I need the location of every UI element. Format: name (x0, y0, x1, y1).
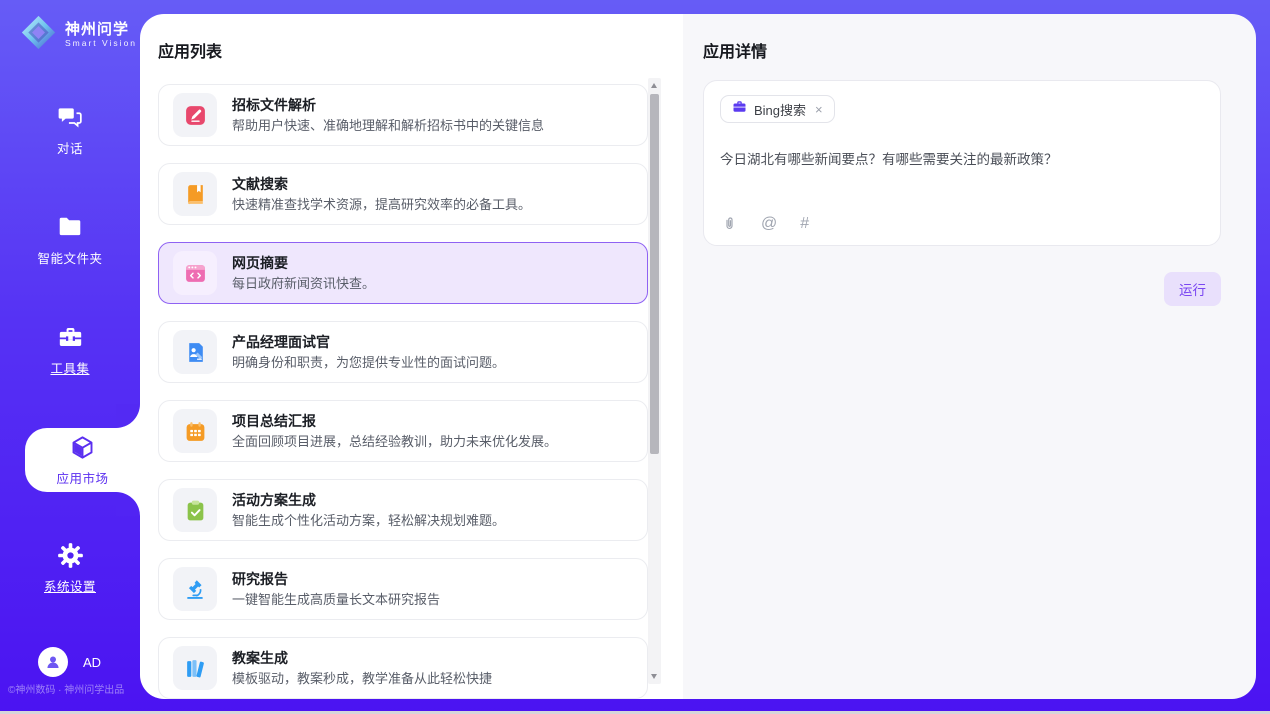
app-card-desc: 全面回顾项目进展，总结经验教训，助力未来优化发展。 (232, 433, 557, 451)
scrollbar-thumb[interactable] (650, 94, 659, 454)
content-panel: 应用列表 招标文件解析 帮助用户快速、准确地理解和解析招标书中的关键信息 文献搜… (140, 14, 1256, 699)
microscope-icon (173, 567, 217, 611)
scrollbar[interactable] (648, 78, 661, 684)
sidebar-item-1[interactable]: 对话 (0, 98, 140, 162)
app-card-title: 活动方案生成 (232, 491, 505, 510)
prompt-text[interactable]: 今日湖北有哪些新闻要点？有哪些需要关注的最新政策？ (720, 150, 1204, 169)
app-list-section: 应用列表 招标文件解析 帮助用户快速、准确地理解和解析招标书中的关键信息 文献搜… (140, 14, 683, 699)
avatar (38, 647, 68, 677)
sidebar-item-label: 对话 (57, 138, 83, 157)
app-card-title: 文献搜索 (232, 175, 531, 194)
app-card-desc: 帮助用户快速、准确地理解和解析招标书中的关键信息 (232, 117, 544, 135)
paperclip-icon[interactable] (721, 215, 738, 232)
briefcase-icon (732, 99, 747, 119)
app-card-desc: 模板驱动，教案秒成，教学准备从此轻松快捷 (232, 670, 492, 688)
app-window: 神州问学 Smart Vision 对话智能文件夹工具集应用市场系统设置 AD … (0, 0, 1270, 714)
at-icon[interactable]: @ (761, 216, 777, 232)
folder-icon (57, 214, 83, 241)
tool-tag-bing-search[interactable]: Bing搜索 × (720, 95, 835, 123)
sidebar-item-label: 应用市场 (56, 468, 108, 487)
app-detail-section: 应用详情 Bing搜索 × 今日湖北有哪些新闻要点？有哪些需要关注的最新政策？ (683, 14, 1256, 699)
app-detail-title: 应用详情 (703, 42, 1221, 64)
sidebar-item-label: 系统设置 (44, 576, 96, 595)
interview-doc-icon (173, 330, 217, 374)
tool-tag-label: Bing搜索 (754, 100, 806, 119)
prompt-composer: Bing搜索 × 今日湖北有哪些新闻要点？有哪些需要关注的最新政策？ @ # (703, 80, 1221, 246)
app-card[interactable]: 产品经理面试官 明确身份和职责，为您提供专业性的面试问题。 (158, 321, 648, 383)
hash-icon[interactable]: # (800, 216, 809, 232)
app-card-title: 网页摘要 (232, 254, 375, 273)
copyright-text: ©神州数码 · 神州问学出品 (8, 681, 124, 696)
sidebar-item-3[interactable]: 工具集 (0, 318, 140, 382)
app-card[interactable]: 研究报告 一键智能生成高质量长文本研究报告 (158, 558, 648, 620)
composer-toolbar: @ # (721, 215, 809, 232)
app-card-title: 教案生成 (232, 649, 492, 668)
app-card[interactable]: 活动方案生成 智能生成个性化活动方案，轻松解决规划难题。 (158, 479, 648, 541)
app-card-desc: 每日政府新闻资讯快查。 (232, 275, 375, 293)
app-card-title: 研究报告 (232, 570, 440, 589)
app-card-title: 产品经理面试官 (232, 333, 505, 352)
pencil-square-icon (173, 93, 217, 137)
user-account[interactable]: AD (38, 647, 101, 677)
user-label: AD (83, 655, 101, 670)
sidebar-item-5[interactable]: 系统设置 (0, 536, 140, 600)
active-tab-notch-top (116, 404, 140, 428)
clipboard-check-icon (173, 488, 217, 532)
app-card[interactable]: 项目总结汇报 全面回顾项目进展，总结经验教训，助力未来优化发展。 (158, 400, 648, 462)
app-card[interactable]: 网页摘要 每日政府新闻资讯快查。 (158, 242, 648, 304)
sidebar-item-4[interactable]: 应用市场 (25, 428, 140, 492)
browser-code-icon (173, 251, 217, 295)
cube-icon (69, 434, 96, 461)
calendar-icon (173, 409, 217, 453)
chat-icon (57, 104, 83, 131)
scrollbar-down-arrow[interactable] (651, 674, 657, 679)
sidebar: 神州问学 Smart Vision 对话智能文件夹工具集应用市场系统设置 AD … (0, 0, 140, 711)
sidebar-item-label: 智能文件夹 (37, 248, 102, 267)
app-card-title: 招标文件解析 (232, 96, 544, 115)
app-card-desc: 明确身份和职责，为您提供专业性的面试问题。 (232, 354, 505, 372)
tag-close-icon[interactable]: × (815, 102, 823, 117)
sidebar-item-label: 工具集 (50, 358, 89, 377)
app-list-title: 应用列表 (158, 42, 683, 64)
book-icon (173, 172, 217, 216)
app-card[interactable]: 教案生成 模板驱动，教案秒成，教学准备从此轻松快捷 (158, 637, 648, 699)
scrollbar-up-arrow[interactable] (651, 83, 657, 88)
sidebar-nav: 对话智能文件夹工具集应用市场系统设置 (0, 0, 140, 711)
app-card[interactable]: 文献搜索 快速精准查找学术资源，提高研究效率的必备工具。 (158, 163, 648, 225)
books-icon (173, 646, 217, 690)
app-card[interactable]: 招标文件解析 帮助用户快速、准确地理解和解析招标书中的关键信息 (158, 84, 648, 146)
app-card-desc: 智能生成个性化活动方案，轻松解决规划难题。 (232, 512, 505, 530)
sidebar-item-2[interactable]: 智能文件夹 (0, 208, 140, 272)
app-card-desc: 一键智能生成高质量长文本研究报告 (232, 591, 440, 609)
app-card-desc: 快速精准查找学术资源，提高研究效率的必备工具。 (232, 196, 531, 214)
active-tab-notch-bottom (116, 492, 140, 516)
gear-icon (57, 542, 84, 569)
app-card-list: 招标文件解析 帮助用户快速、准确地理解和解析招标书中的关键信息 文献搜索 快速精… (158, 84, 648, 699)
app-card-title: 项目总结汇报 (232, 412, 557, 431)
toolbox-icon (57, 324, 84, 351)
run-button[interactable]: 运行 (1164, 272, 1221, 306)
